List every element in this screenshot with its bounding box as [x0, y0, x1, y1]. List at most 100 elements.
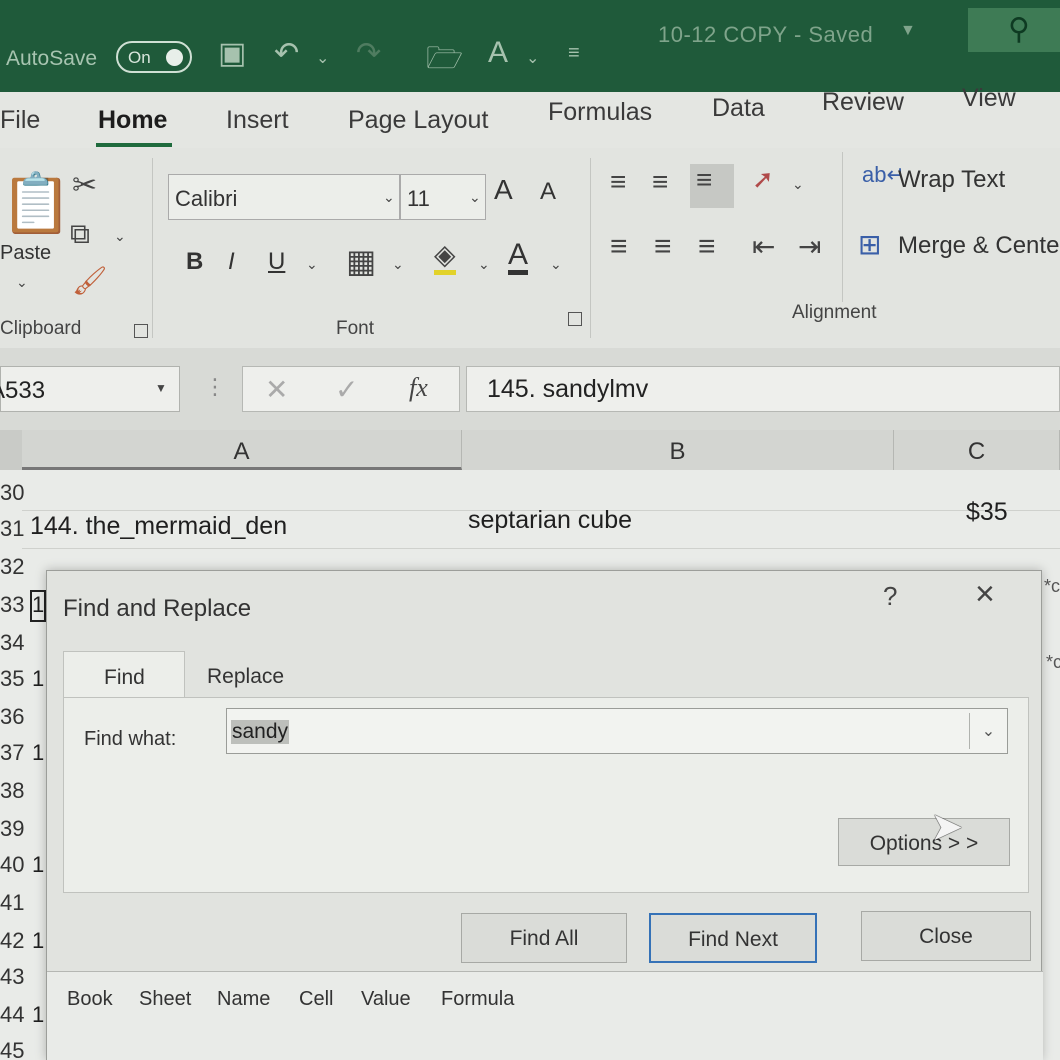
column-header-a[interactable]: A: [22, 430, 462, 470]
align-top-icon[interactable]: ≡: [610, 166, 626, 198]
tab-find[interactable]: Find: [63, 651, 185, 699]
tab-file[interactable]: File: [0, 106, 40, 135]
grow-font-button[interactable]: A: [494, 174, 513, 206]
merge-center-icon[interactable]: ⊞: [858, 228, 881, 261]
tab-data[interactable]: Data: [712, 94, 765, 123]
row-header[interactable]: 30: [0, 480, 24, 506]
copy-dropdown-icon[interactable]: ⌄: [114, 228, 126, 245]
row-header[interactable]: 33: [0, 592, 24, 618]
row-header[interactable]: 43: [0, 964, 24, 990]
row-header[interactable]: 32: [0, 554, 24, 580]
row-header[interactable]: 38: [0, 778, 24, 804]
font-name-select[interactable]: Calibri ⌄: [168, 174, 400, 220]
row-header[interactable]: 40: [0, 852, 24, 878]
align-middle-icon[interactable]: ≡: [652, 166, 668, 198]
cell-a33[interactable]: 1: [30, 590, 46, 622]
results-col-sheet[interactable]: Sheet: [139, 988, 191, 1011]
merge-center-button[interactable]: Merge & Cente: [898, 232, 1059, 260]
cancel-icon[interactable]: ✕: [265, 373, 288, 406]
tab-insert[interactable]: Insert: [226, 106, 289, 135]
row-header[interactable]: 37: [0, 740, 24, 766]
insert-function-button[interactable]: fx: [409, 373, 428, 403]
save-icon[interactable]: ▣: [218, 36, 246, 71]
options-button[interactable]: Options > >: [838, 818, 1010, 866]
find-what-input[interactable]: sandy ⌄: [226, 708, 1008, 754]
tab-home[interactable]: Home: [98, 106, 167, 135]
help-button[interactable]: ?: [883, 581, 897, 612]
close-icon[interactable]: ×: [975, 575, 995, 614]
fill-color-dropdown-icon[interactable]: ⌄: [478, 256, 490, 273]
font-launcher-icon[interactable]: [568, 312, 582, 326]
row-header[interactable]: 42: [0, 928, 24, 954]
font-color-qat-icon[interactable]: A: [488, 36, 508, 70]
row-header[interactable]: 39: [0, 816, 24, 842]
select-all-corner[interactable]: [0, 430, 22, 470]
cut-icon[interactable]: ✂: [72, 168, 97, 203]
cell-a31[interactable]: 144. the_mermaid_den: [30, 512, 287, 541]
cell-a44[interactable]: 1: [32, 1002, 44, 1028]
customize-qat-icon[interactable]: ≡: [568, 42, 580, 65]
cell-a40[interactable]: 1: [32, 852, 44, 878]
orientation-dropdown-icon[interactable]: ⌄: [792, 176, 804, 193]
row-header[interactable]: 35: [0, 666, 24, 692]
undo-icon[interactable]: ↶: [274, 36, 299, 71]
clipboard-launcher-icon[interactable]: [134, 324, 148, 338]
paste-icon[interactable]: 📋: [0, 170, 72, 238]
borders-icon[interactable]: ▦: [346, 242, 376, 280]
chevron-down-icon[interactable]: ⌄: [969, 713, 1007, 749]
align-left-icon[interactable]: ≡: [610, 230, 628, 264]
paste-dropdown-icon[interactable]: ⌄: [16, 274, 28, 291]
row-header[interactable]: 41: [0, 890, 24, 916]
title-dropdown-icon[interactable]: ▼: [900, 22, 916, 40]
shrink-font-button[interactable]: A: [540, 178, 556, 206]
bold-button[interactable]: B: [186, 248, 203, 276]
row-header[interactable]: 36: [0, 704, 24, 730]
name-box[interactable]: A533 ▼: [0, 366, 180, 412]
row-header[interactable]: 44: [0, 1002, 24, 1028]
increase-indent-icon[interactable]: ⇥: [798, 230, 821, 263]
cell-a37[interactable]: 1: [32, 740, 44, 766]
close-button[interactable]: Close: [861, 911, 1031, 961]
font-size-select[interactable]: 11 ⌄: [400, 174, 486, 220]
tab-replace[interactable]: Replace: [185, 653, 301, 697]
column-header-c[interactable]: C: [894, 430, 1060, 470]
align-center-icon[interactable]: ≡: [654, 230, 672, 264]
cell-b31[interactable]: septarian cube: [468, 506, 632, 535]
format-painter-icon[interactable]: 🖌: [72, 264, 108, 297]
results-col-value[interactable]: Value: [361, 988, 411, 1011]
align-bottom-icon[interactable]: ≡: [690, 164, 734, 208]
cell-a42[interactable]: 1: [32, 928, 44, 954]
align-right-icon[interactable]: ≡: [698, 230, 716, 264]
search-box[interactable]: ⚲: [968, 8, 1060, 52]
tab-view[interactable]: View: [962, 84, 1016, 113]
underline-button[interactable]: U: [268, 248, 285, 276]
open-folder-icon[interactable]: 🗁: [426, 36, 463, 87]
row-header[interactable]: 45: [0, 1038, 24, 1060]
borders-dropdown-icon[interactable]: ⌄: [392, 256, 404, 273]
results-col-cell[interactable]: Cell: [299, 988, 333, 1011]
document-title[interactable]: 10-12 COPY - Saved: [658, 22, 873, 48]
orientation-icon[interactable]: ➚: [752, 164, 774, 195]
results-col-book[interactable]: Book: [67, 988, 113, 1011]
tab-formulas[interactable]: Formulas: [548, 98, 652, 127]
formula-input[interactable]: 145. sandylmv: [466, 366, 1060, 412]
results-col-name[interactable]: Name: [217, 988, 270, 1011]
redo-icon[interactable]: ↷: [356, 36, 381, 71]
results-col-formula[interactable]: Formula: [441, 988, 514, 1011]
decrease-indent-icon[interactable]: ⇤: [752, 230, 775, 263]
cell-c31[interactable]: $35: [966, 498, 1008, 527]
italic-button[interactable]: I: [228, 248, 235, 276]
cell-a35[interactable]: 1: [32, 666, 44, 692]
find-next-button[interactable]: Find Next: [649, 913, 817, 963]
font-color-dropdown-icon[interactable]: ⌄: [526, 48, 539, 68]
wrap-text-button[interactable]: Wrap Text: [898, 166, 1005, 194]
underline-dropdown-icon[interactable]: ⌄: [306, 256, 318, 273]
enter-icon[interactable]: ✓: [335, 373, 358, 406]
row-header[interactable]: 31: [0, 516, 24, 542]
fill-color-icon[interactable]: ◈: [434, 240, 456, 275]
paste-label[interactable]: Paste: [0, 242, 51, 265]
tab-review[interactable]: Review: [822, 88, 904, 117]
undo-dropdown-icon[interactable]: ⌄: [316, 48, 329, 68]
copy-icon[interactable]: ⧉: [70, 218, 90, 251]
find-all-button[interactable]: Find All: [461, 913, 627, 963]
